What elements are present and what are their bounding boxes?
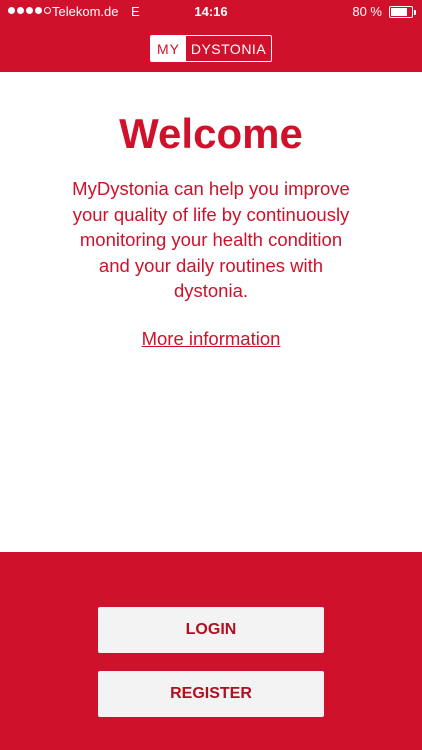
status-bar: Telekom.de E 14:16 80 % [0,0,422,24]
logo-name-text: DYSTONIA [190,40,267,57]
more-info-container: More information [0,328,422,350]
more-information-link[interactable]: More information [142,328,281,349]
action-footer: LOGIN REGISTER [0,552,422,750]
login-button[interactable]: LOGIN [98,607,324,653]
battery-percentage: 80 % [352,4,382,19]
welcome-content: Welcome MyDystonia can help you improve … [0,72,422,552]
logo-my-text: MY [151,36,186,61]
battery-icon [389,6,413,18]
battery-tip [414,10,416,15]
page-title: Welcome [119,110,303,157]
app-description: MyDystonia can help you improve your qua… [72,178,350,301]
app-logo: MY DYSTONIA [150,35,272,62]
app-header: Telekom.de E 14:16 80 % MY DYSTONIA [0,0,422,72]
battery-fill [391,8,407,16]
register-button[interactable]: REGISTER [98,671,324,717]
